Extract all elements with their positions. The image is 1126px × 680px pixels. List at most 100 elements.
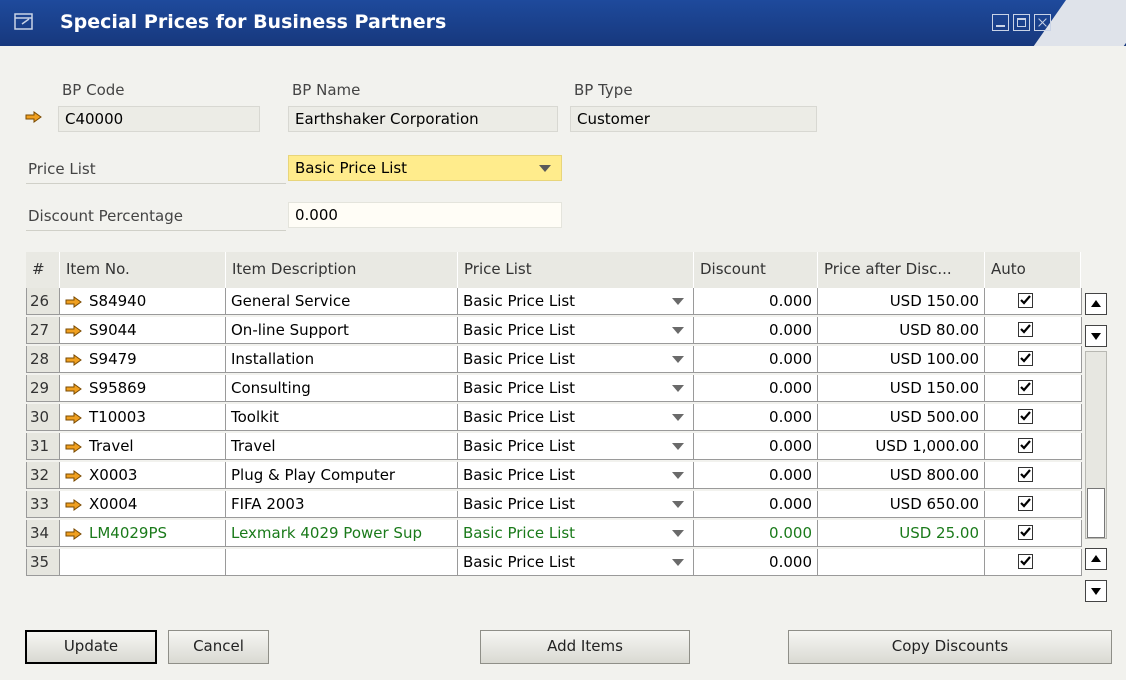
add-items-button[interactable]: Add Items [480, 630, 690, 664]
price-after-discount-cell[interactable]: USD 150.00 [818, 288, 985, 315]
update-button[interactable]: Update [25, 630, 157, 664]
item-description-cell[interactable] [226, 549, 458, 576]
price-list-cell[interactable]: Basic Price List [458, 549, 694, 576]
price-list-cell[interactable]: Basic Price List [458, 288, 694, 315]
link-arrow-icon[interactable] [65, 527, 83, 540]
link-arrow-icon[interactable] [65, 324, 83, 337]
item-description-cell[interactable]: FIFA 2003 [226, 491, 458, 518]
item-no-cell[interactable]: T10003 [60, 404, 226, 431]
maximize-icon[interactable] [1013, 14, 1030, 31]
link-arrow-icon[interactable] [65, 411, 83, 424]
column-header-auto[interactable]: Auto [985, 252, 1081, 288]
item-description-cell[interactable]: Toolkit [226, 404, 458, 431]
price-list-cell[interactable]: Basic Price List [458, 462, 694, 489]
link-arrow-icon[interactable] [65, 353, 83, 366]
copy-discounts-button[interactable]: Copy Discounts [788, 630, 1112, 664]
auto-cell[interactable] [985, 462, 1082, 489]
item-no-cell[interactable] [60, 549, 226, 576]
item-description-cell[interactable]: Plug & Play Computer [226, 462, 458, 489]
discount-percentage-input[interactable]: 0.000 [288, 202, 562, 228]
item-no-cell[interactable]: LM4029PS [60, 520, 226, 547]
scrollbar-thumb[interactable] [1087, 488, 1105, 538]
auto-checkbox[interactable] [1018, 351, 1033, 366]
auto-checkbox[interactable] [1018, 409, 1033, 424]
discount-cell[interactable]: 0.000 [694, 288, 818, 315]
discount-cell[interactable]: 0.000 [694, 375, 818, 402]
price-list-cell[interactable]: Basic Price List [458, 346, 694, 373]
discount-cell[interactable]: 0.000 [694, 346, 818, 373]
bp-name-field[interactable]: Earthshaker Corporation [288, 106, 558, 132]
auto-checkbox[interactable] [1018, 525, 1033, 540]
table-row[interactable]: 33 X0004 FIFA 2003 Basic Price List 0.000 USD… [26, 491, 1082, 518]
chevron-down-icon[interactable] [672, 327, 684, 334]
column-header-item-description[interactable]: Item Description [226, 252, 458, 288]
price-list-dropdown[interactable]: Basic Price List [288, 155, 562, 181]
item-no-cell[interactable]: S9044 [60, 317, 226, 344]
discount-cell[interactable]: 0.000 [694, 549, 818, 576]
price-list-cell[interactable]: Basic Price List [458, 317, 694, 344]
chevron-down-icon[interactable] [672, 298, 684, 305]
auto-cell[interactable] [985, 520, 1082, 547]
price-after-discount-cell[interactable]: USD 100.00 [818, 346, 985, 373]
discount-cell[interactable]: 0.000 [694, 462, 818, 489]
column-header-price-after-discount[interactable]: Price after Disc... [818, 252, 985, 288]
auto-cell[interactable] [985, 288, 1082, 315]
chevron-down-icon[interactable] [672, 559, 684, 566]
minimize-icon[interactable] [992, 14, 1009, 31]
price-after-discount-cell[interactable]: USD 150.00 [818, 375, 985, 402]
auto-checkbox[interactable] [1018, 293, 1033, 308]
chevron-down-icon[interactable] [672, 501, 684, 508]
auto-cell[interactable] [985, 375, 1082, 402]
auto-cell[interactable] [985, 433, 1082, 460]
title-bar[interactable]: Special Prices for Business Partners [0, 0, 1126, 46]
table-row[interactable]: 29 S95869 Consulting Basic Price List 0.000 U… [26, 375, 1082, 402]
link-arrow-icon[interactable] [65, 498, 83, 511]
price-after-discount-cell[interactable]: USD 650.00 [818, 491, 985, 518]
close-icon[interactable] [1034, 14, 1051, 31]
auto-checkbox[interactable] [1018, 322, 1033, 337]
link-arrow-icon[interactable] [65, 440, 83, 453]
auto-cell[interactable] [985, 317, 1082, 344]
table-row[interactable]: 28 S9479 Installation Basic Price List 0.000… [26, 346, 1082, 373]
table-row[interactable]: 34 LM4029PS Lexmark 4029 Power Sup Basic Pr… [26, 520, 1082, 547]
item-description-cell[interactable]: Consulting [226, 375, 458, 402]
auto-cell[interactable] [985, 549, 1082, 576]
chevron-down-icon[interactable] [672, 385, 684, 392]
price-list-cell[interactable]: Basic Price List [458, 433, 694, 460]
discount-cell[interactable]: 0.000 [694, 317, 818, 344]
table-row[interactable]: 26 S84940 General Service Basic Price List 0… [26, 288, 1082, 315]
price-after-discount-cell[interactable]: USD 500.00 [818, 404, 985, 431]
auto-cell[interactable] [985, 404, 1082, 431]
link-arrow-icon[interactable] [65, 295, 83, 308]
item-no-cell[interactable]: X0004 [60, 491, 226, 518]
scroll-down-button-secondary[interactable] [1085, 580, 1107, 602]
chevron-down-icon[interactable] [672, 356, 684, 363]
discount-cell[interactable]: 0.000 [694, 433, 818, 460]
item-description-cell[interactable]: Lexmark 4029 Power Sup [226, 520, 458, 547]
item-description-cell[interactable]: General Service [226, 288, 458, 315]
chevron-down-icon[interactable] [672, 443, 684, 450]
auto-cell[interactable] [985, 346, 1082, 373]
scroll-up-button[interactable] [1085, 293, 1107, 315]
item-no-cell[interactable]: Travel [60, 433, 226, 460]
link-arrow-icon[interactable] [65, 382, 83, 395]
discount-cell[interactable]: 0.000 [694, 404, 818, 431]
cancel-button[interactable]: Cancel [168, 630, 269, 664]
item-description-cell[interactable]: Installation [226, 346, 458, 373]
item-no-cell[interactable]: S9479 [60, 346, 226, 373]
discount-cell[interactable]: 0.000 [694, 520, 818, 547]
column-header-price-list[interactable]: Price List [458, 252, 694, 288]
link-arrow-icon[interactable] [65, 469, 83, 482]
price-list-cell[interactable]: Basic Price List [458, 520, 694, 547]
price-after-discount-cell[interactable]: USD 800.00 [818, 462, 985, 489]
price-list-cell[interactable]: Basic Price List [458, 491, 694, 518]
link-arrow-icon[interactable] [25, 111, 43, 123]
scroll-up-button-secondary[interactable] [1085, 548, 1107, 570]
auto-checkbox[interactable] [1018, 467, 1033, 482]
chevron-down-icon[interactable] [672, 530, 684, 537]
scroll-down-button[interactable] [1085, 325, 1107, 347]
item-no-cell[interactable]: S84940 [60, 288, 226, 315]
table-row[interactable]: 32 X0003 Plug & Play Computer Basic Price L… [26, 462, 1082, 489]
item-no-cell[interactable]: S95869 [60, 375, 226, 402]
price-list-cell[interactable]: Basic Price List [458, 375, 694, 402]
